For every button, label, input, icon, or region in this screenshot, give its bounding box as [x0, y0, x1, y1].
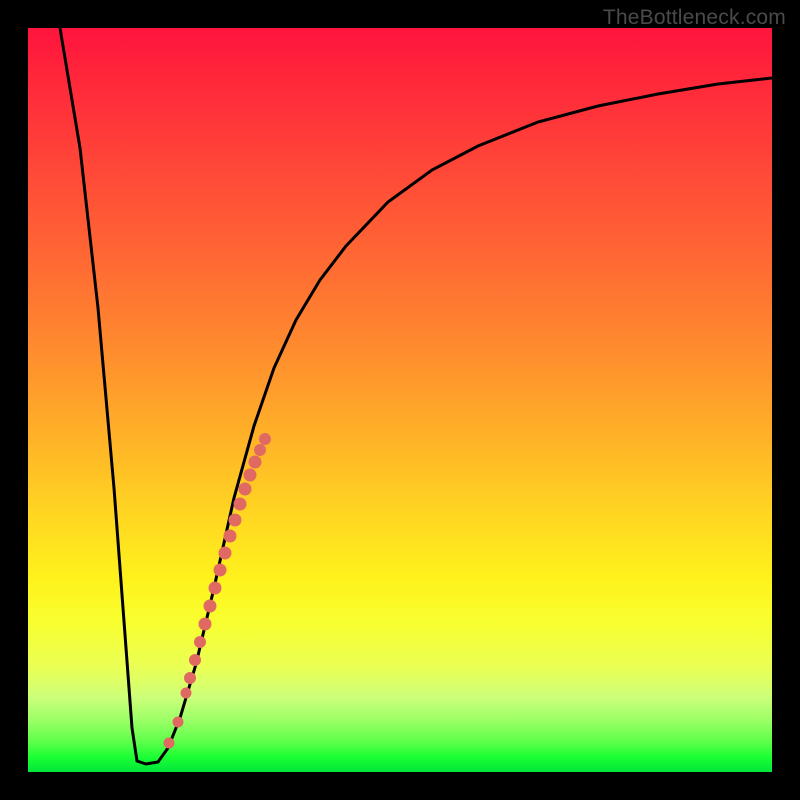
curve-layer: [28, 28, 772, 772]
watermark-text: TheBottleneck.com: [603, 6, 786, 30]
plot-area: [28, 28, 772, 772]
bottleneck-curve: [60, 28, 772, 764]
chart-frame: TheBottleneck.com: [0, 0, 800, 800]
marker-dots: [164, 433, 272, 749]
